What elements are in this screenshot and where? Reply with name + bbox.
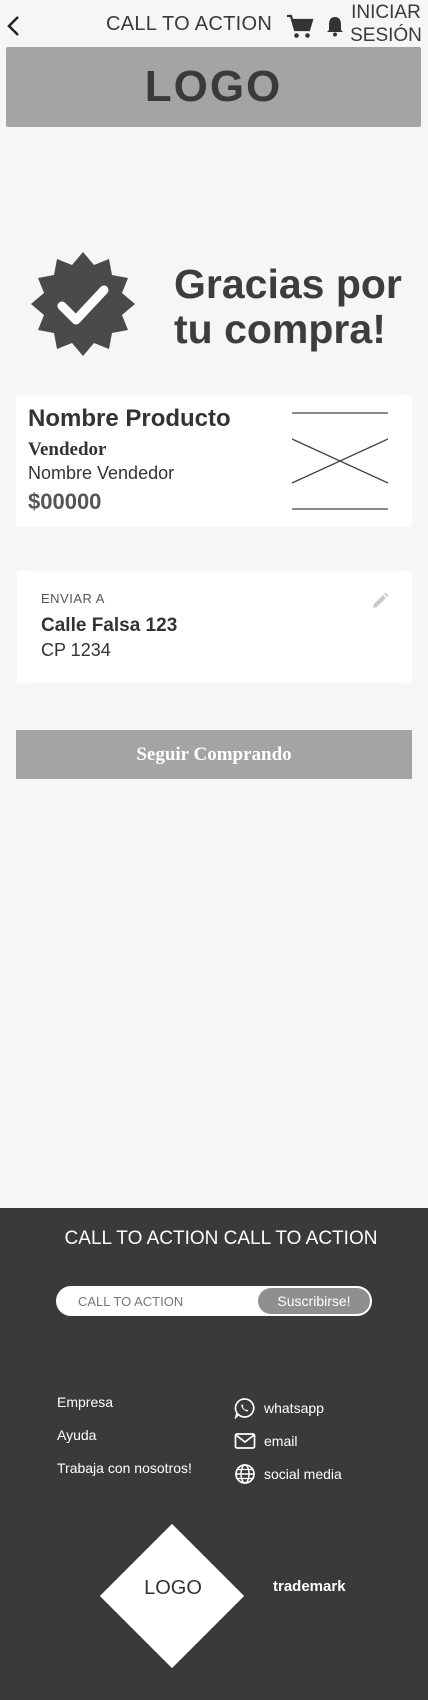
product-card: Nombre Producto Vendedor Nombre Vendedor…	[16, 395, 412, 527]
shipping-postal-code: CP 1234	[41, 640, 111, 660]
social-whatsapp[interactable]: whatsapp	[234, 1391, 342, 1424]
product-price: $00000	[28, 489, 102, 514]
shipping-street: Calle Falsa 123	[41, 615, 178, 636]
thank-you-line-1: Gracias por	[174, 261, 402, 307]
product-image-placeholder	[292, 412, 388, 510]
cart-icon[interactable]	[286, 14, 314, 40]
footer-cta: CALL TO ACTION CALL TO ACTION	[64, 1228, 378, 1249]
footer-link-trabaja[interactable]: Trabaja con nosotros!	[57, 1460, 192, 1493]
subscribe-form: Suscribirse!	[56, 1286, 372, 1316]
trademark-text: trademark	[273, 1578, 346, 1595]
social-media[interactable]: social media	[234, 1457, 342, 1490]
footer-social: whatsapp email social media	[234, 1391, 342, 1490]
app-header: CALL TO ACTION INICIAR SESIÓN	[0, 0, 428, 46]
vendor-label: Vendedor	[28, 439, 107, 460]
vendor-name: Nombre Vendedor	[28, 463, 175, 483]
product-name: Nombre Producto	[28, 405, 231, 432]
footer-logo-text: LOGO	[144, 1577, 202, 1599]
email-icon	[234, 1432, 256, 1449]
logo-text: LOGO	[144, 62, 283, 111]
social-label: email	[264, 1432, 298, 1449]
whatsapp-icon	[234, 1397, 255, 1419]
shipping-label: ENVIAR A	[41, 591, 105, 606]
social-label: social media	[264, 1465, 342, 1482]
shipping-card: ENVIAR A Calle Falsa 123 CP 1234	[17, 571, 412, 683]
thank-you-heading: Gracias por tu compra!	[174, 262, 402, 352]
verified-badge-icon	[31, 252, 135, 356]
login-link[interactable]: INICIAR SESIÓN	[348, 1, 424, 47]
social-label: whatsapp	[264, 1399, 324, 1416]
bell-icon[interactable]	[325, 15, 345, 37]
globe-icon	[235, 1463, 255, 1484]
pencil-icon[interactable]	[371, 592, 389, 610]
logo-banner[interactable]: LOGO	[6, 47, 421, 127]
footer: CALL TO ACTION CALL TO ACTION Suscribirs…	[0, 1208, 428, 1700]
footer-links: Empresa Ayuda Trabaja con nosotros!	[57, 1394, 192, 1493]
footer-link-empresa[interactable]: Empresa	[57, 1394, 192, 1427]
footer-link-ayuda[interactable]: Ayuda	[57, 1427, 192, 1460]
header-cta-link[interactable]: CALL TO ACTION	[106, 13, 272, 36]
subscribe-input[interactable]	[78, 1294, 248, 1309]
back-arrow-icon[interactable]	[4, 14, 24, 38]
subscribe-button[interactable]: Suscribirse!	[258, 1288, 370, 1314]
continue-shopping-button[interactable]: Seguir Comprando	[16, 730, 412, 779]
thank-you-line-2: tu compra!	[174, 306, 386, 352]
social-email[interactable]: email	[234, 1424, 342, 1457]
